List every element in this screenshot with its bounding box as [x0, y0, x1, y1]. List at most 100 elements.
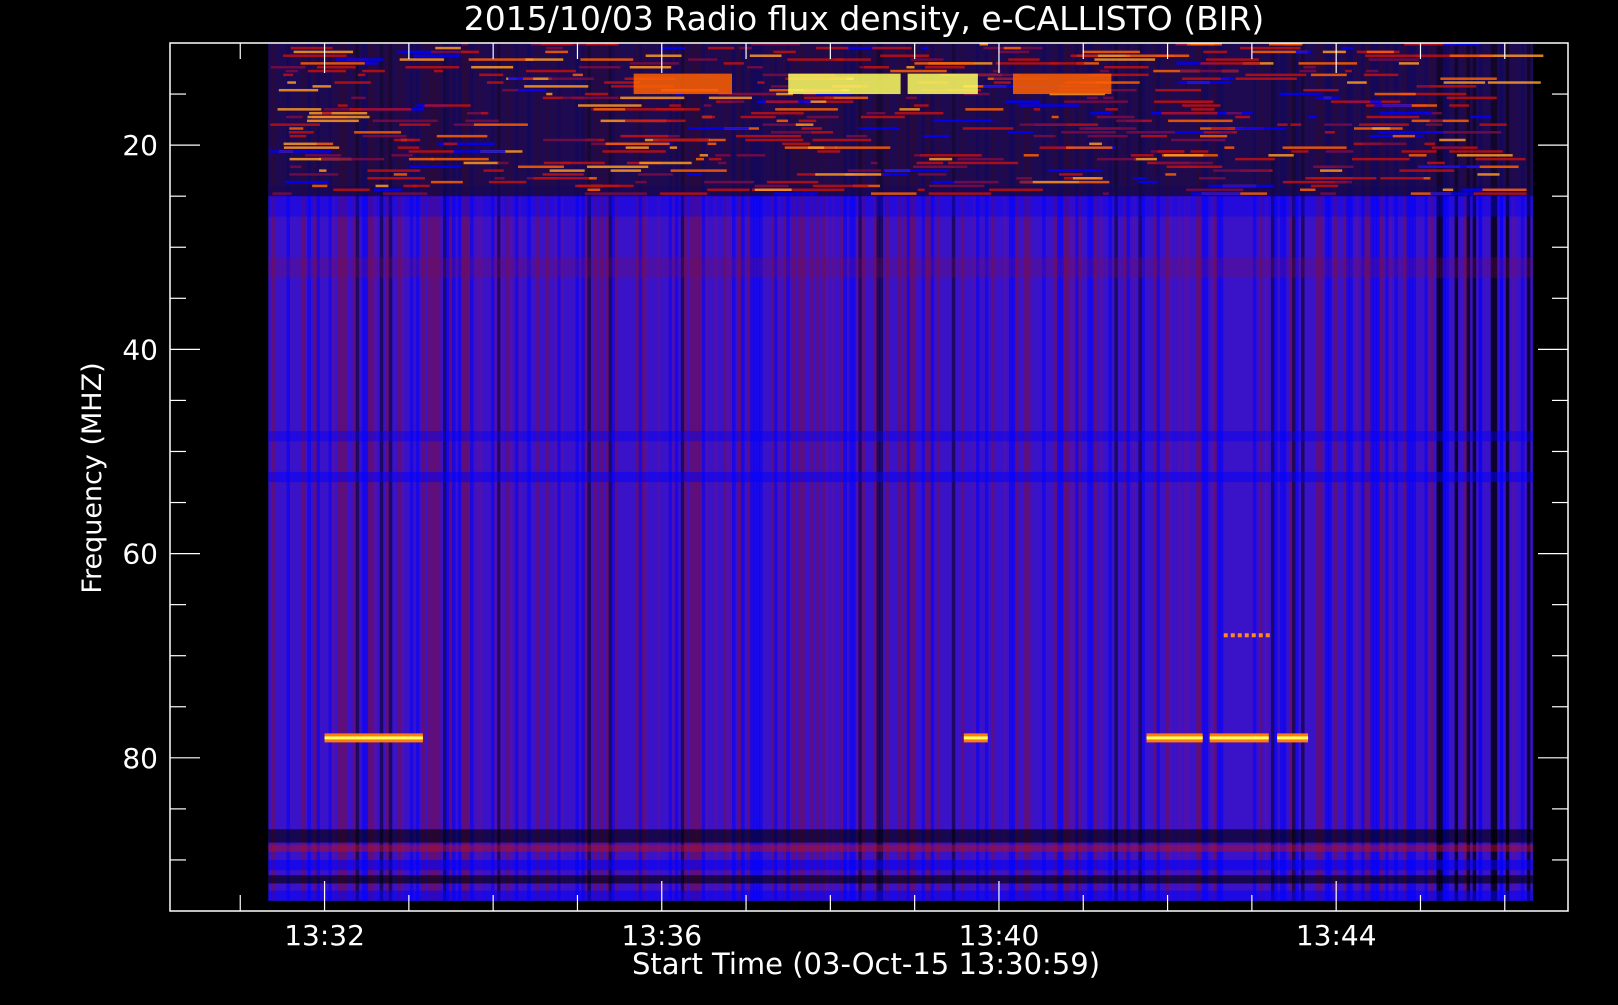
interference-streak [870, 161, 878, 165]
interference-streak [283, 73, 294, 77]
interference-streak [602, 150, 666, 153]
interference-streak [954, 180, 999, 184]
narrowband-line-core [1277, 736, 1309, 740]
interference-streak [518, 88, 547, 92]
interference-streak [686, 173, 702, 176]
interference-streak [337, 104, 348, 107]
y-axis-label: Frequency (MHZ) [77, 362, 108, 593]
interference-streak [468, 58, 534, 61]
interference-streak [1156, 161, 1213, 165]
interference-streak [1358, 123, 1409, 126]
interference-streak [483, 169, 504, 172]
interference-streak [305, 154, 342, 157]
interference-streak [1154, 100, 1213, 103]
interference-streak [782, 142, 811, 146]
x-tick-label: 13:36 [621, 919, 702, 952]
interference-streak [546, 92, 553, 96]
interference-streak [277, 108, 322, 111]
interference-streak [549, 169, 585, 172]
interference-streak [1347, 81, 1367, 84]
narrowband-line-core [963, 736, 988, 740]
heatmap-band [268, 431, 1533, 442]
interference-streak [306, 119, 359, 123]
secondary-line-dot [1258, 633, 1263, 638]
interference-streak [816, 46, 849, 50]
interference-streak [1449, 54, 1494, 57]
interference-streak [933, 119, 993, 123]
interference-streak [1439, 138, 1466, 142]
interference-streak [998, 50, 1030, 54]
interference-streak [270, 65, 306, 69]
interference-streak [989, 188, 1043, 192]
interference-streak [1096, 115, 1135, 119]
interference-streak [1213, 169, 1269, 172]
interference-streak [1166, 165, 1223, 169]
interference-streak [795, 123, 814, 126]
interference-streak [1224, 146, 1235, 149]
interference-streak [917, 188, 925, 192]
interference-streak [928, 192, 992, 195]
interference-streak [1291, 150, 1309, 153]
interference-streak [1422, 177, 1431, 180]
interference-streak [747, 65, 763, 69]
interference-streak [333, 188, 370, 192]
interference-streak [1300, 188, 1316, 192]
interference-streak [740, 115, 776, 119]
interference-streak [669, 146, 678, 149]
interference-streak [775, 108, 838, 111]
interference-streak [1449, 150, 1503, 153]
narrowband-line-core [1209, 736, 1269, 740]
interference-streak [1482, 188, 1527, 192]
interference-streak [288, 131, 314, 134]
interference-streak [1200, 134, 1228, 138]
interference-streak [372, 119, 438, 123]
interference-streak [749, 54, 782, 57]
interference-streak [1235, 127, 1286, 130]
interference-streak [695, 157, 705, 161]
interference-streak [1303, 88, 1339, 92]
secondary-line-dot [1237, 633, 1242, 638]
interference-streak [543, 161, 571, 165]
interference-streak [486, 81, 504, 84]
interference-streak [1165, 173, 1177, 176]
interference-streak [1374, 104, 1412, 107]
interference-streak [354, 131, 402, 134]
interference-streak [924, 65, 965, 69]
interference-streak [1033, 134, 1056, 138]
secondary-line-dot [1223, 633, 1228, 638]
interference-streak [1425, 92, 1467, 96]
interference-streak [610, 169, 642, 172]
interference-streak [1190, 150, 1209, 153]
interference-streak [639, 161, 692, 165]
interference-streak [804, 188, 845, 192]
interference-streak [1475, 131, 1502, 134]
interference-streak [270, 150, 332, 153]
interference-streak [987, 161, 1019, 165]
interference-streak [443, 142, 458, 146]
interference-streak [362, 134, 407, 138]
interference-streak [1398, 62, 1420, 65]
heatmap-band [268, 471, 1533, 483]
y-tick-label: 40 [122, 333, 158, 366]
interference-streak [524, 85, 589, 88]
interference-streak [1180, 69, 1240, 73]
interference-streak [906, 65, 915, 69]
interference-streak [367, 169, 421, 172]
interference-streak [1374, 92, 1416, 96]
interference-streak [1366, 50, 1394, 54]
interference-streak [1182, 104, 1221, 107]
interference-streak [815, 173, 882, 176]
interference-streak [1365, 54, 1421, 57]
heatmap-band [268, 829, 1533, 843]
interference-streak [919, 154, 982, 157]
interference-streak [508, 77, 524, 80]
interference-streak [403, 184, 417, 188]
interference-streak [703, 104, 712, 107]
secondary-line-dot [1244, 633, 1249, 638]
interference-streak [283, 54, 347, 57]
interference-streak [546, 46, 563, 50]
interference-streak [605, 142, 670, 146]
interference-streak [688, 127, 749, 130]
interference-streak [773, 192, 818, 195]
interference-streak [1226, 111, 1242, 115]
